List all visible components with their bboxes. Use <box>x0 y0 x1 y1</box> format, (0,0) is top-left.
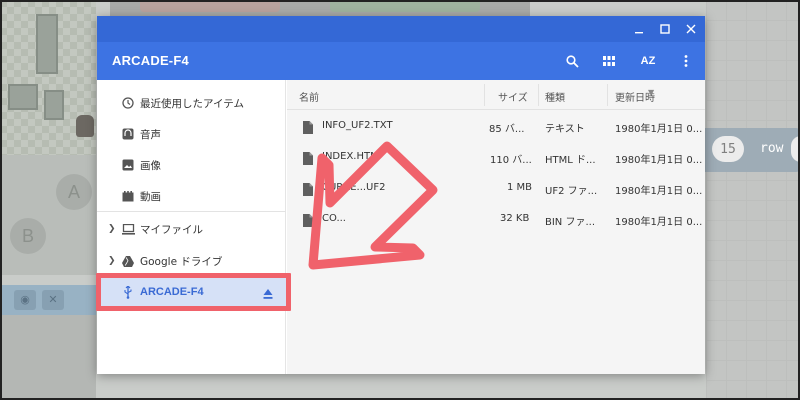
annotation-arrow-icon <box>308 141 438 270</box>
